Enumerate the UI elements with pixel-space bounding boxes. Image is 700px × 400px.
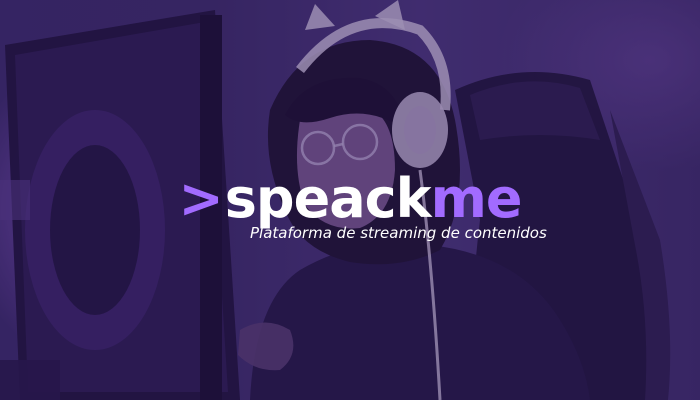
brand-block: >speackme bbox=[0, 170, 700, 228]
tagline: Plataforma de streaming de contenidos bbox=[250, 224, 547, 242]
logo-text-main: speack bbox=[224, 167, 432, 230]
logo-text-accent: me bbox=[430, 167, 523, 230]
chevron-icon: > bbox=[178, 167, 224, 230]
brand-logo: >speackme bbox=[178, 167, 523, 230]
